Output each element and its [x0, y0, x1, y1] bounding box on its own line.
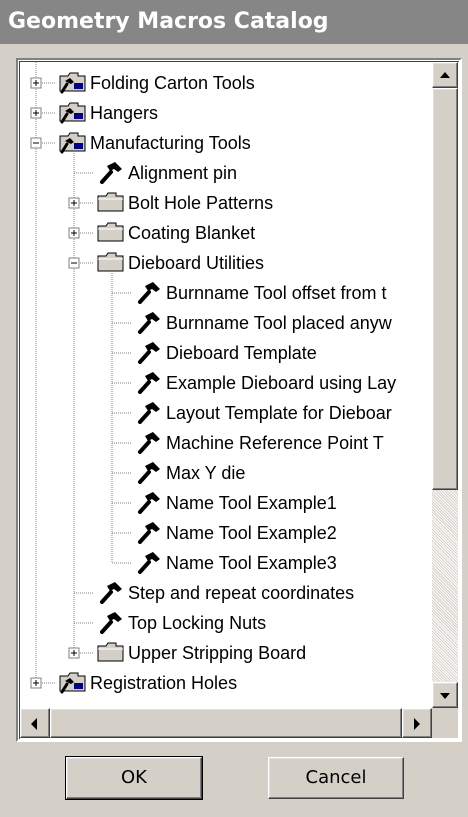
- tree-item-label: Upper Stripping Board: [128, 643, 307, 663]
- folder-icon: [96, 220, 126, 244]
- tree-item[interactable]: Registration Holes: [58, 668, 239, 698]
- tree-item-label: Coating Blanket: [128, 223, 256, 243]
- tree-expander-minus-icon[interactable]: [30, 137, 42, 149]
- tree-item[interactable]: Upper Stripping Board: [96, 638, 308, 668]
- tree-item[interactable]: Layout Template for Dieboar: [134, 398, 394, 428]
- tree-item-label: Registration Holes: [90, 673, 238, 693]
- scrollbar-corner: [432, 708, 458, 738]
- tree-expander-minus-icon[interactable]: [68, 257, 80, 269]
- hammer-icon: [134, 430, 164, 455]
- tree-item-label: Dieboard Template: [166, 343, 317, 363]
- macro-folder-icon: [58, 130, 88, 154]
- tree-item[interactable]: Burnname Tool placed anyw: [134, 308, 394, 338]
- macro-folder-icon: [58, 670, 88, 694]
- scroll-right-button[interactable]: [402, 708, 432, 738]
- macro-tree[interactable]: Folding Carton Tools Hangers Manufacturing…: [20, 62, 432, 708]
- hammer-icon: [96, 610, 126, 635]
- tree-item-label: Name Tool Example2: [166, 523, 337, 543]
- tree-expander-plus-icon[interactable]: [68, 227, 80, 239]
- hammer-icon: [134, 460, 164, 485]
- tree-item-label: Top Locking Nuts: [128, 613, 267, 633]
- vertical-scroll-thumb[interactable]: [432, 88, 458, 490]
- scroll-up-arrow-icon: [440, 72, 450, 78]
- tree-inner: Folding Carton Tools Hangers Manufacturing…: [19, 61, 459, 739]
- tree-item[interactable]: Manufacturing Tools: [58, 128, 253, 158]
- tree-item[interactable]: Folding Carton Tools: [58, 68, 257, 98]
- tree-item-label: Step and repeat coordinates: [128, 583, 355, 603]
- tree-item[interactable]: Dieboard Template: [134, 338, 319, 368]
- tree-item-label: Bolt Hole Patterns: [128, 193, 274, 213]
- tree-item[interactable]: Step and repeat coordinates: [96, 578, 356, 608]
- hammer-icon: [134, 340, 164, 365]
- tree-item[interactable]: Alignment pin: [96, 158, 239, 188]
- tree-item-label: Burnname Tool placed anyw: [166, 313, 392, 333]
- tree-item[interactable]: Name Tool Example2: [134, 518, 339, 548]
- macro-folder-icon: [58, 100, 88, 124]
- tree-expander-plus-icon[interactable]: [30, 77, 42, 89]
- hammer-icon: [134, 310, 164, 335]
- folder-icon: [96, 640, 126, 664]
- tree-item[interactable]: Example Dieboard using Lay: [134, 368, 398, 398]
- tree-item[interactable]: Max Y die: [134, 458, 247, 488]
- scroll-right-arrow-icon: [414, 718, 420, 730]
- window-title: Geometry Macros Catalog: [0, 0, 468, 44]
- horizontal-scroll-thumb[interactable]: [50, 708, 402, 738]
- tree-expander-plus-icon[interactable]: [30, 677, 42, 689]
- tree-item-label: Folding Carton Tools: [90, 73, 255, 93]
- tree-item-label: Alignment pin: [128, 163, 238, 183]
- hammer-icon: [134, 400, 164, 425]
- hammer-icon: [134, 520, 164, 545]
- hammer-icon: [134, 490, 164, 515]
- geometry-macros-dialog: Geometry Macros Catalog Folding Carton T…: [0, 0, 468, 817]
- tree-item-label: Hangers: [90, 103, 159, 123]
- tree-item[interactable]: Bolt Hole Patterns: [96, 188, 275, 218]
- tree-item[interactable]: Hangers: [58, 98, 160, 128]
- folder-icon: [96, 190, 126, 214]
- hammer-icon: [134, 550, 164, 575]
- cancel-button[interactable]: Cancel: [268, 757, 404, 799]
- tree-item-label: Max Y die: [166, 463, 246, 483]
- hammer-icon: [134, 280, 164, 305]
- tree-item-label: Name Tool Example1: [166, 493, 337, 513]
- scroll-down-button[interactable]: [432, 682, 458, 708]
- ok-button[interactable]: OK: [65, 756, 203, 800]
- tree-item-label: Example Dieboard using Lay: [166, 373, 397, 393]
- scroll-left-button[interactable]: [20, 708, 50, 738]
- tree-item[interactable]: Machine Reference Point T: [134, 428, 386, 458]
- scroll-down-arrow-icon: [440, 693, 450, 699]
- tree-item-label: Layout Template for Dieboar: [166, 403, 392, 423]
- tree-item-label: Machine Reference Point T: [166, 433, 384, 453]
- tree-item[interactable]: Name Tool Example1: [134, 488, 339, 518]
- horizontal-scrollbar[interactable]: [20, 708, 432, 738]
- tree-item[interactable]: Coating Blanket: [96, 218, 257, 248]
- vertical-scrollbar[interactable]: [432, 62, 458, 708]
- scroll-left-arrow-icon: [31, 718, 37, 730]
- tree-item[interactable]: Burnname Tool offset from t: [134, 278, 388, 308]
- folder-icon: [96, 250, 126, 274]
- tree-item-label: Manufacturing Tools: [90, 133, 251, 153]
- hammer-icon: [96, 160, 126, 185]
- tree-item-label: Burnname Tool offset from t: [166, 283, 387, 303]
- tree-expander-plus-icon[interactable]: [68, 197, 80, 209]
- tree-expander-plus-icon[interactable]: [30, 107, 42, 119]
- scroll-up-button[interactable]: [432, 62, 458, 88]
- macro-folder-icon: [58, 70, 88, 94]
- tree-expander-plus-icon[interactable]: [68, 647, 80, 659]
- tree-item[interactable]: Top Locking Nuts: [96, 608, 268, 638]
- tree-item-label: Name Tool Example3: [166, 553, 337, 573]
- tree-item[interactable]: Name Tool Example3: [134, 548, 339, 578]
- hammer-icon: [96, 580, 126, 605]
- tree-item[interactable]: Dieboard Utilities: [96, 248, 266, 278]
- tree-frame: Folding Carton Tools Hangers Manufacturing…: [16, 58, 462, 742]
- hammer-icon: [134, 370, 164, 395]
- tree-item-label: Dieboard Utilities: [128, 253, 265, 273]
